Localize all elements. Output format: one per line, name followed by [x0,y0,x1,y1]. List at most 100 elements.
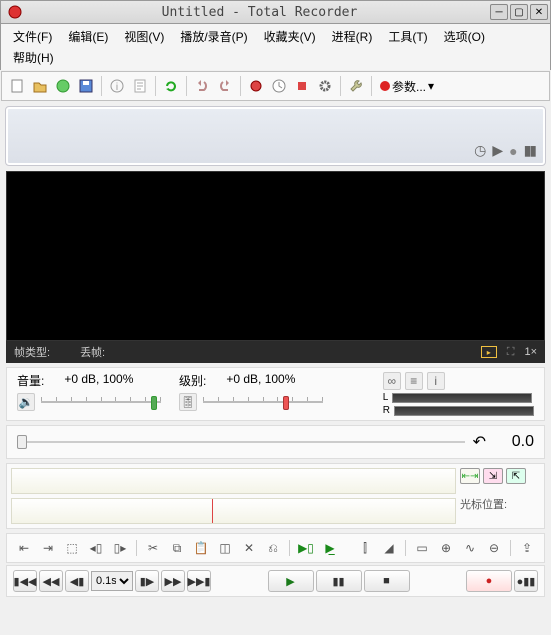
delete-button[interactable]: ✕ [238,538,260,558]
waveform-lower[interactable] [11,498,456,524]
clock-icon[interactable]: ◷ [474,142,486,159]
skip-end-button[interactable]: ▶▶▮ [187,570,211,592]
meter-settings-icon[interactable]: ≡ [405,372,423,390]
normalize-button[interactable]: ⫿ [354,538,376,558]
menu-help[interactable]: 帮助(H) [5,47,546,68]
wrench-button[interactable] [345,75,367,97]
step-back-button[interactable]: ◀▮ [65,570,89,592]
menu-view[interactable]: 视图(V) [116,26,172,47]
link-channels-icon[interactable]: ∞ [383,372,401,390]
play-selection-end-button[interactable]: ▶̲ [319,538,341,558]
insert-silence-button[interactable]: ▭ [411,538,433,558]
cut-button[interactable]: ✂ [142,538,164,558]
prev-button[interactable]: ◀◀ [39,570,63,592]
sel-left-button[interactable]: ◂▯ [85,538,107,558]
params-button[interactable]: 参数... ▾ [376,78,438,95]
volume-label: 音量: [17,372,44,389]
zoom-out-wave-button[interactable]: ⇱ [506,468,526,484]
copy-button[interactable]: ⧉ [166,538,188,558]
play-selection-button[interactable]: ▶▯ [295,538,317,558]
fade-button[interactable]: ◢ [378,538,400,558]
minimize-button[interactable]: ─ [490,4,508,20]
seek-panel: ↶ 0.0 [6,425,545,459]
waveform-panel: ⇤⇥ ⇲ ⇱ 光标位置: [6,463,545,529]
play-button[interactable]: ▶ [268,570,314,592]
pause-icon[interactable]: ▮▮ [524,142,535,159]
camera-icon[interactable]: ▸ [481,346,497,358]
waveform-upper[interactable] [11,468,456,494]
mark-start-button[interactable]: ⇤ [13,538,35,558]
open-button[interactable] [29,75,51,97]
record-button[interactable]: ● [466,570,512,592]
right-meter [394,406,534,416]
undo-seek-icon[interactable]: ↶ [473,432,486,452]
menu-options[interactable]: 选项(O) [436,26,493,47]
undo-button[interactable] [191,75,213,97]
record-source-button[interactable] [245,75,267,97]
video-status-bar: 帧类型: 丢帧: ▸ ⛶ 1× [6,341,545,363]
paste-button[interactable]: 📋 [190,538,212,558]
effect-button[interactable]: ∿ [459,538,481,558]
fullscreen-icon[interactable]: ⛶ [507,346,515,359]
level-value: +0 dB, 100% [226,372,295,389]
clock-button[interactable] [268,75,290,97]
left-meter [392,393,532,403]
new-button[interactable] [6,75,28,97]
step-select[interactable]: 0.1s [91,571,133,591]
level-slider[interactable] [203,394,323,410]
close-button[interactable]: ✕ [530,4,548,20]
zoom-value[interactable]: 1× [524,346,537,358]
params-label: 参数... [392,78,426,95]
gain-down-button[interactable]: ⊖ [483,538,505,558]
app-icon [5,2,25,22]
selection-tool-button[interactable]: ⬚ [61,538,83,558]
playback-toolbar: ▮◀◀ ◀◀ ◀▮ 0.1s ▮▶ ▶▶ ▶▶▮ ▶ ▮▮ ■ ● ●▮▮ [6,565,545,597]
refresh-button[interactable] [160,75,182,97]
maximize-button[interactable]: ▢ [510,4,528,20]
mixer-icon[interactable]: 🎚 [179,393,197,411]
mark-end-button[interactable]: ⇥ [37,538,59,558]
position-slider[interactable] [17,435,465,449]
stop-button[interactable]: ■ [364,570,410,592]
edit-toolbar: ⇤ ⇥ ⬚ ◂▯ ▯▸ ✂ ⧉ 📋 ◫ ✕ ⎌ ▶▯ ▶̲ ⫿ ◢ ▭ ⊕ ∿ … [6,533,545,563]
info-button[interactable]: i [106,75,128,97]
zoom-in-wave-button[interactable]: ⇲ [483,468,503,484]
menubar: 文件(F) 编辑(E) 视图(V) 播放/录音(P) 收藏夹(V) 进程(R) … [0,24,551,70]
stop-process-button[interactable] [291,75,313,97]
menu-process[interactable]: 进程(R) [324,26,381,47]
gain-up-button[interactable]: ⊕ [435,538,457,558]
menu-favorites[interactable]: 收藏夹(V) [256,26,324,47]
save-button[interactable] [75,75,97,97]
record-pause-button[interactable]: ●▮▮ [514,570,538,592]
pause-button[interactable]: ▮▮ [316,570,362,592]
menu-file[interactable]: 文件(F) [5,26,60,47]
titlebar: Untitled - Total Recorder ─ ▢ ✕ [0,0,551,24]
right-channel-label: R [383,405,390,416]
play-icon[interactable]: ▶ [492,142,503,159]
meter-info-icon[interactable]: i [427,372,445,390]
settings-gear-button[interactable] [314,75,336,97]
redo-button[interactable] [214,75,236,97]
volume-slider[interactable] [41,394,161,410]
zoom-sel-button[interactable]: ⇤⇥ [460,468,480,484]
dropdown-icon: ▾ [428,79,434,93]
menu-play-record[interactable]: 播放/录音(P) [172,26,255,47]
drop-frame-label: 丢帧: [80,344,105,360]
save-green-button[interactable] [52,75,74,97]
svg-text:i: i [116,82,118,93]
volume-value: +0 dB, 100% [64,372,133,389]
export-button[interactable]: ⇪ [516,538,538,558]
next-button[interactable]: ▶▶ [161,570,185,592]
menu-tools[interactable]: 工具(T) [380,26,435,47]
record-indicator-icon[interactable]: ● [509,143,517,159]
edit-page-button[interactable] [129,75,151,97]
crop-button[interactable]: ◫ [214,538,236,558]
video-display [6,171,545,341]
split-button[interactable]: ⎌ [262,538,284,558]
record-dot-icon [380,81,390,91]
sel-right-button[interactable]: ▯▸ [109,538,131,558]
speaker-icon[interactable]: 🔉 [17,393,35,411]
skip-start-button[interactable]: ▮◀◀ [13,570,37,592]
menu-edit[interactable]: 编辑(E) [60,26,116,47]
step-fwd-button[interactable]: ▮▶ [135,570,159,592]
